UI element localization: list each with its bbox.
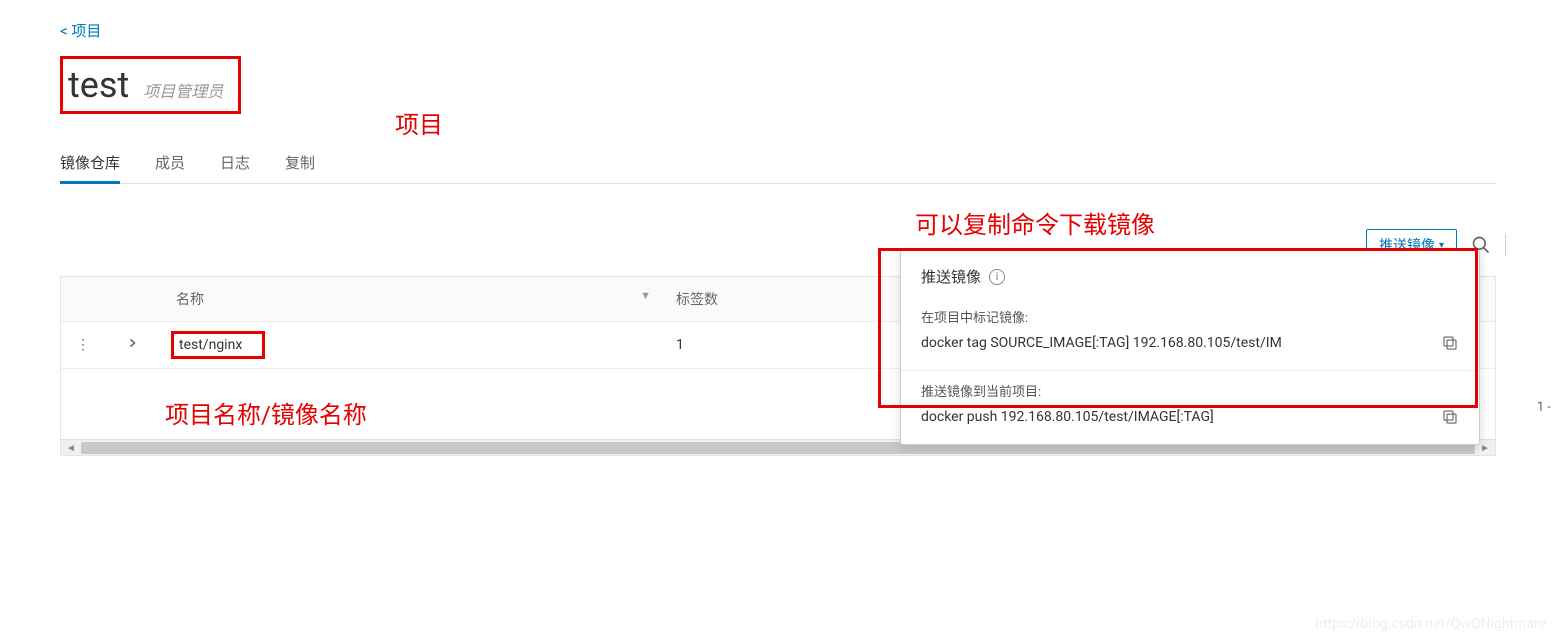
project-title-box: test 项目管理员 (60, 56, 241, 114)
tab-logs[interactable]: 日志 (220, 144, 250, 184)
column-name[interactable]: 名称 ▼ (161, 277, 661, 322)
push-command: docker push 192.168.80.105/test/IMAGE[:T… (921, 409, 1431, 425)
tab-repositories[interactable]: 镜像仓库 (60, 144, 120, 184)
repository-link[interactable]: test/nginx (179, 337, 242, 353)
tabs: 镜像仓库 成员 日志 复制 (60, 144, 1496, 184)
annotation-copy-hint: 可以复制命令下载镜像 (915, 205, 1155, 240)
expand-chevron-icon[interactable] (111, 322, 161, 369)
tab-members[interactable]: 成员 (155, 144, 185, 184)
annotation-project: 项目 (395, 105, 443, 140)
info-icon[interactable]: i (989, 269, 1005, 285)
column-actions (61, 277, 111, 322)
copy-icon[interactable] (1441, 334, 1459, 352)
toolbar-divider (1505, 234, 1506, 256)
push-image-popover: 推送镜像 i 在项目中标记镜像: docker tag SOURCE_IMAGE… (900, 250, 1480, 445)
popover-title: 推送镜像 i (901, 251, 1479, 297)
filter-icon[interactable]: ▼ (640, 289, 651, 302)
scroll-left-icon[interactable]: ◄ (61, 440, 81, 456)
column-expand (111, 277, 161, 322)
row-menu-icon[interactable]: ⋮ (61, 322, 111, 369)
pagination-info: 1 - (1537, 400, 1551, 415)
push-label: 推送镜像到当前项目: (921, 381, 1459, 400)
tab-replication[interactable]: 复制 (285, 144, 315, 184)
breadcrumb-back[interactable]: < 项目 (60, 20, 1496, 41)
popover-section-push: 推送镜像到当前项目: docker push 192.168.80.105/te… (901, 370, 1479, 444)
popover-section-tag: 在项目中标记镜像: docker tag SOURCE_IMAGE[:TAG] … (901, 297, 1479, 370)
cell-name: test/nginx (161, 322, 661, 369)
chevron-down-icon: ▾ (1439, 240, 1444, 251)
copy-icon[interactable] (1441, 408, 1459, 426)
tag-command: docker tag SOURCE_IMAGE[:TAG] 192.168.80… (921, 335, 1431, 351)
project-name: test (68, 64, 129, 106)
watermark: https://blog.csdn.net/QwQNightmare (1315, 616, 1546, 632)
tag-label: 在项目中标记镜像: (921, 307, 1459, 326)
project-role: 项目管理员 (143, 82, 223, 101)
